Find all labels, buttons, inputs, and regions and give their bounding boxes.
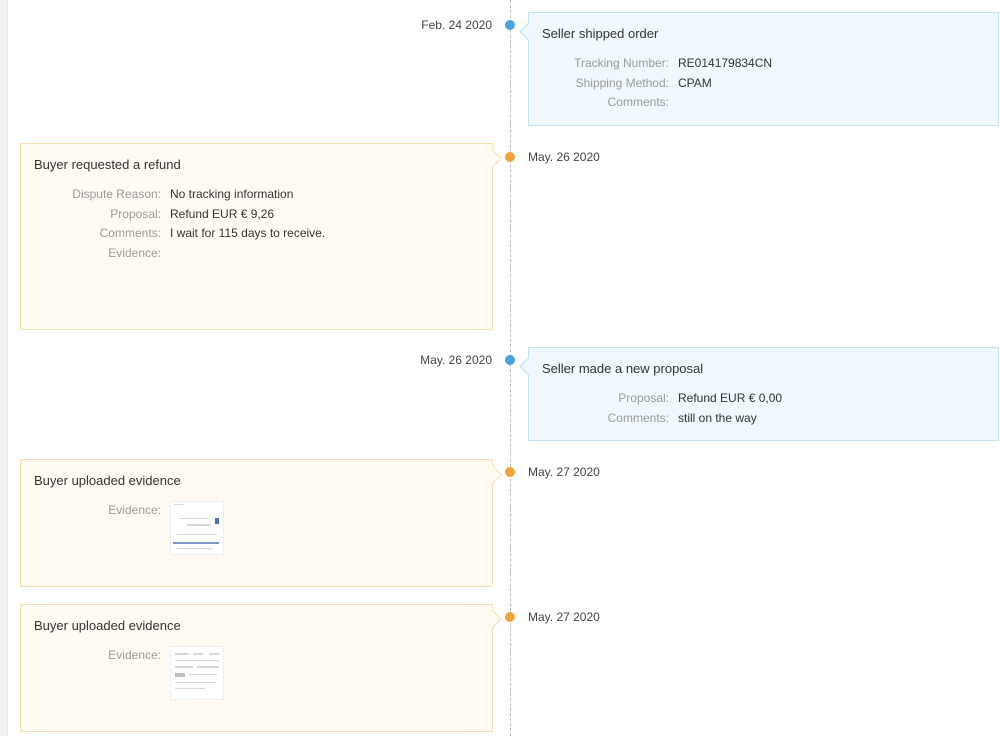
field-value: Refund EUR € 9,26 [170,206,275,221]
field-label: Shipping Method: [575,75,669,90]
field-row-comments: Comments: still on the way [529,410,998,430]
timeline-dot-seller [505,20,515,30]
timeline-dot-buyer [505,612,515,622]
field-label: Evidence: [108,503,161,517]
event-title: Seller made a new proposal [542,361,704,376]
field-label: Proposal: [618,391,669,405]
event-date: May. 26 2020 [528,150,600,164]
field-row-tracking-number: Tracking Number: RE014179834CN [529,55,998,75]
event-title: Buyer uploaded evidence [34,618,181,633]
field-row-comments: Comments: [529,94,998,114]
field-value: still on the way [678,410,757,425]
field-row-evidence: Evidence: [21,502,492,522]
event-title: Buyer requested a refund [34,157,181,172]
event-title: Buyer uploaded evidence [34,473,181,488]
field-label: Tracking Number: [574,56,669,70]
event-title: Seller shipped order [542,26,659,41]
timeline-line [510,0,511,736]
field-row-dispute-reason: Dispute Reason: No tracking information [21,186,492,206]
field-label: Comments: [607,410,669,425]
field-label: Dispute Reason: [72,187,161,201]
event-date: May. 26 2020 [420,353,492,367]
timeline-dot-seller [505,355,515,365]
field-row-evidence: Evidence: [21,647,492,667]
timeline-dot-buyer [505,467,515,477]
event-card-buyer-evidence: Buyer uploaded evidence Evidence: [20,459,493,587]
event-date: May. 27 2020 [528,465,600,479]
left-rail [0,0,8,736]
timeline-dot-buyer [505,152,515,162]
field-row-proposal: Proposal: Refund EUR € 9,26 [21,206,492,226]
field-value: Refund EUR € 0,00 [678,391,783,405]
field-label: Evidence: [108,245,161,260]
field-label: Evidence: [108,648,161,662]
field-label: Comments: [607,95,669,110]
event-card-seller-new-proposal: Seller made a new proposal Proposal: Ref… [528,347,999,441]
field-row-evidence: Evidence: [21,245,492,265]
event-card-seller-shipped: Seller shipped order Tracking Number: RE… [528,12,999,126]
event-date: Feb. 24 2020 [421,18,492,32]
event-date: May. 27 2020 [528,610,600,624]
field-row-shipping-method: Shipping Method: CPAM [529,75,998,95]
event-card-buyer-evidence: Buyer uploaded evidence Evidence: [20,604,493,732]
field-label: Proposal: [110,206,161,221]
field-value: CPAM [678,75,712,90]
field-row-proposal: Proposal: Refund EUR € 0,00 [529,390,998,410]
field-value: No tracking information [170,187,294,201]
event-card-buyer-refund-request: Buyer requested a refund Dispute Reason:… [20,143,493,330]
evidence-thumbnail[interactable] [170,646,224,700]
field-value: RE014179834CN [678,56,773,70]
evidence-thumbnail[interactable] [170,501,224,555]
field-value: I wait for 115 days to receive. [170,226,326,241]
field-row-comments: Comments: I wait for 115 days to receive… [21,225,492,245]
field-label: Comments: [99,226,161,241]
